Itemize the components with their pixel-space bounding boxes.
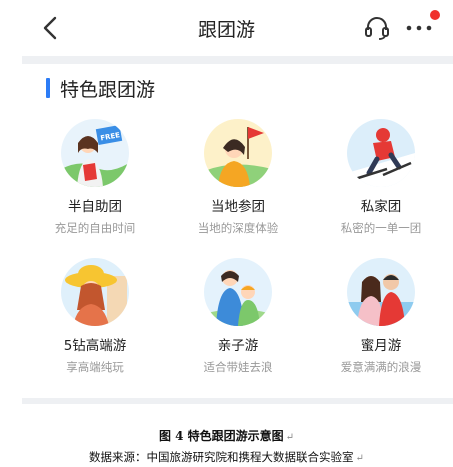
couple-icon [347,258,415,326]
tour-item-label: 5钻高端游 [63,338,127,354]
tour-item-subtitle: 爱意满满的浪漫 [340,360,422,374]
tour-item-subtitle: 适合带娃去浪 [203,360,273,374]
tour-item-label: 半自助团 [68,199,122,215]
divider [22,398,453,404]
figure-caption-text: 图 4 特色跟团游示意图 [158,429,284,443]
top-bar: 跟团游 [0,0,453,56]
local-flag-icon [204,119,272,187]
skier-icon [347,119,415,187]
tour-item-private-group[interactable]: 私家团 私密的一单一团 [321,119,441,236]
figure-source: 数据来源：中国旅游研究院和携程大数据联合实验室 ↵ [0,449,453,465]
divider [22,56,453,64]
more-dots-icon[interactable] [406,25,432,31]
section-accent-bar [46,78,50,98]
tour-item-honeymoon[interactable]: 蜜月游 爱意满满的浪漫 [321,258,441,375]
headset-icon[interactable] [364,16,390,40]
notification-dot [430,10,440,20]
tour-item-local-group[interactable]: 当地参团 当地的深度体验 [178,119,298,236]
free-flag-icon: FREE [61,119,129,187]
tour-item-label: 蜜月游 [360,338,402,354]
tour-item-family[interactable]: 亲子游 适合带娃去浪 [178,258,298,375]
figure-caption: 图 4 特色跟团游示意图 ↵ [0,427,453,444]
tour-item-subtitle: 当地的深度体验 [197,221,279,235]
tour-item-label: 当地参团 [211,199,265,215]
tour-item-subtitle: 享高端纯玩 [66,360,124,374]
sunhat-icon [61,258,129,326]
parent-child-icon [204,258,272,326]
section-title: 特色跟团游 [60,79,156,101]
tour-item-subtitle: 私密的一单一团 [340,221,422,235]
figure-source-text: 数据来源：中国旅游研究院和携程大数据联合实验室 [89,450,354,464]
tour-item-label: 私家团 [360,199,402,215]
tour-item-subtitle: 充足的自由时间 [54,221,136,235]
return-mark-icon: ↵ [355,453,364,464]
tour-item-five-diamond[interactable]: 5钻高端游 享高端纯玩 [35,258,155,375]
tour-item-semi-self-guided[interactable]: FREE 半自助团 充足的自由时间 [35,119,155,236]
return-mark-icon: ↵ [285,432,295,443]
tour-item-label: 亲子游 [217,338,259,354]
